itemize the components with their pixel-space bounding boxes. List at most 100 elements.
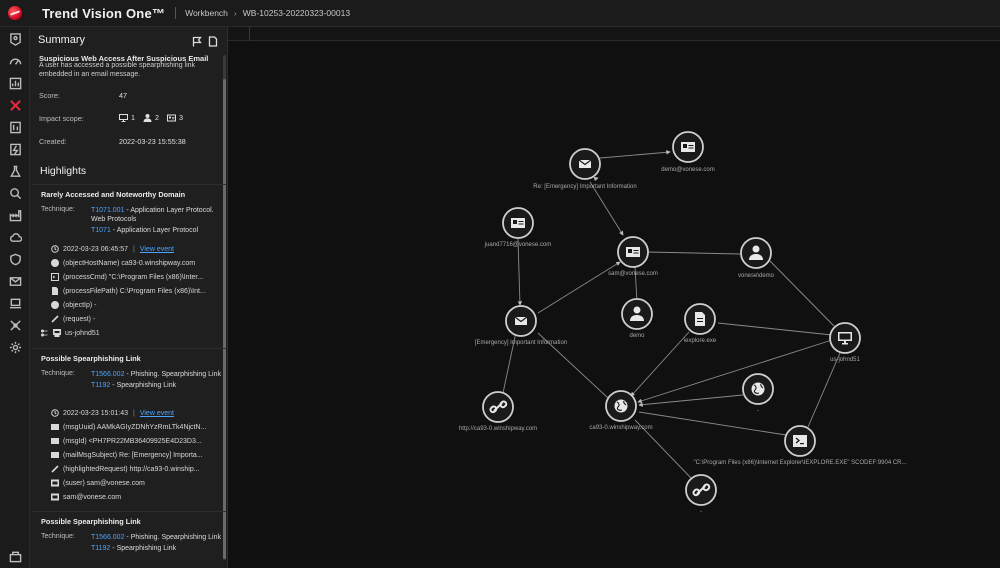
graph-node-domain[interactable]: ca93-0.winshipway.com: [589, 390, 653, 431]
graph-node-ip[interactable]: -: [742, 373, 774, 414]
graph-node-demo-user[interactable]: demo: [621, 298, 653, 339]
node-label: "C:\Program Files (x86)\Internet Explore…: [694, 460, 907, 466]
globe-icon: [614, 399, 628, 413]
graph-node-host[interactable]: us-johnd51: [829, 322, 861, 363]
highlights-heading: Highlights: [40, 165, 87, 177]
mail-icon: [51, 451, 59, 459]
link-icon: [51, 315, 59, 323]
node-label: juand7716@vonese.com: [484, 242, 551, 248]
node-label: us-johnd51: [830, 357, 860, 363]
technique-list: T1566.002 - Phishing. Spearphishing Link…: [91, 534, 221, 552]
technique-link[interactable]: T1192: [91, 382, 110, 389]
impact-accounts[interactable]: 3: [167, 113, 183, 122]
gauge-icon[interactable]: [7, 53, 23, 69]
graph-edge: [537, 261, 621, 314]
account-icon: [167, 114, 176, 121]
app-root: Trend Vision One™ Workbench › WB-10253-2…: [0, 0, 1000, 568]
graph-canvas[interactable]: Re: [Emergency] Important Information de…: [228, 27, 1000, 568]
view-event-link[interactable]: View event: [140, 410, 174, 417]
technique-link[interactable]: T1566.002: [91, 534, 124, 541]
node-label: vonese\demo: [738, 273, 775, 279]
search-icon[interactable]: [7, 185, 23, 201]
impact-users[interactable]: 2: [143, 113, 159, 122]
flag-icon[interactable]: [192, 34, 202, 47]
xdr-x-icon[interactable]: [7, 97, 23, 113]
map-pin-icon[interactable]: [7, 31, 23, 47]
shield-icon[interactable]: [7, 251, 23, 267]
list-item: (msgUuid) AAMkAGIyZDNhYzRmLTk4NjctN...: [51, 423, 226, 431]
account-icon: [681, 142, 695, 152]
account-icon: [51, 479, 60, 487]
impact-desktops[interactable]: 1: [119, 113, 135, 122]
graph-node-email-emergency[interactable]: [Emergency] Important Information: [475, 305, 567, 346]
document-icon[interactable]: [208, 34, 218, 47]
highlight-card: Possible Spearphishing Link Technique: T…: [33, 348, 226, 510]
node-label: http://ca93-0.winshipway.com: [459, 426, 537, 432]
graph-node-email-re[interactable]: Re: [Emergency] Important Information: [533, 148, 637, 190]
highlight-title: Possible Spearphishing Link: [41, 354, 141, 363]
impact-scope: 1 2 3: [119, 113, 183, 122]
graph-node-url[interactable]: http://ca93-0.winshipway.com: [459, 391, 537, 432]
graph-node-juand-account[interactable]: juand7716@vonese.com: [484, 207, 551, 248]
view-event-link[interactable]: View event: [140, 246, 174, 253]
factory-icon[interactable]: [7, 207, 23, 223]
technique-label: Technique:: [41, 370, 75, 377]
list-item: (objectHostName) ca93-0.winshipway.com: [51, 259, 226, 267]
list-item: us-johnd51: [41, 329, 216, 337]
top-bar: Trend Vision One™ Workbench › WB-10253-2…: [0, 0, 1000, 27]
user-icon: [143, 113, 152, 122]
impact-scope-label: Impact scope:: [39, 114, 84, 123]
gear-icon[interactable]: [7, 339, 23, 355]
graph-edge: [717, 322, 833, 336]
graph-node-cmd[interactable]: "C:\Program Files (x86)\Internet Explore…: [694, 425, 907, 466]
lab-icon[interactable]: [7, 163, 23, 179]
technique-list: T1071.001 - Application Layer Protocol. …: [91, 207, 214, 234]
node-label: Re: [Emergency] Important Information: [533, 184, 636, 190]
graph-node-url2[interactable]: -: [685, 474, 717, 515]
marketplace-icon[interactable]: [7, 548, 23, 564]
technique-label: Technique:: [41, 533, 75, 540]
node-label: sam@vonese.com: [608, 271, 658, 277]
node-label: -: [700, 509, 702, 515]
technique-list: T1566.002 - Phishing. Spearphishing Link…: [91, 371, 221, 389]
globe-icon: [51, 301, 59, 309]
node-label: demo: [629, 333, 645, 339]
network-icon[interactable]: [7, 317, 23, 333]
chart-icon[interactable]: [7, 75, 23, 91]
breadcrumb-workbench[interactable]: Workbench: [185, 8, 228, 18]
list-item: (msgId) <PH7PR22MB36409925E4D23D3...: [51, 437, 226, 445]
mail-icon[interactable]: [7, 273, 23, 289]
graph-node-vonese-user[interactable]: vonese\demo: [738, 237, 775, 279]
report-icon[interactable]: [7, 119, 23, 135]
desktop-icon: [119, 113, 128, 122]
graph-node-iexplore[interactable]: iexplore.exe: [684, 303, 717, 344]
laptop-icon[interactable]: [7, 295, 23, 311]
workbench-description: A user has accessed a possible spearphis…: [39, 62, 196, 78]
node-label: -: [757, 408, 759, 414]
graph-edge: [647, 251, 741, 255]
bolt-icon[interactable]: [7, 141, 23, 157]
clock-icon: [51, 245, 59, 253]
left-nav: [0, 27, 30, 568]
node-label: ca93-0.winshipway.com: [589, 425, 652, 431]
host-name[interactable]: us-johnd51: [65, 330, 100, 337]
event-time-row: 2022-03-23 15:01:43 | View event: [51, 409, 226, 417]
technique-link[interactable]: T1192: [91, 545, 110, 552]
cloud-icon[interactable]: [7, 229, 23, 245]
chevron-right-icon: ›: [233, 8, 237, 18]
investigation-graph[interactable]: Re: [Emergency] Important Information de…: [228, 27, 1000, 568]
technique-link[interactable]: T1071.001: [91, 207, 124, 214]
graph-node-sam-account[interactable]: sam@vonese.com: [608, 236, 658, 277]
technique-link[interactable]: T1566.002: [91, 371, 124, 378]
graph-edge: [593, 176, 599, 182]
node-label: iexplore.exe: [684, 338, 717, 344]
list-item: (objectIp) -: [51, 301, 226, 309]
list-item: (processCmd) "C:\Program Files (x86)\Int…: [51, 273, 226, 281]
mail-icon: [514, 316, 528, 325]
technique-label: Technique:: [41, 206, 75, 213]
graph-edge: [599, 150, 671, 159]
breadcrumb: Workbench › WB-10253-20220323-00013: [175, 7, 350, 19]
desktop-icon: [52, 329, 62, 337]
technique-link[interactable]: T1071: [91, 227, 111, 234]
trend-logo-icon[interactable]: [0, 0, 30, 27]
